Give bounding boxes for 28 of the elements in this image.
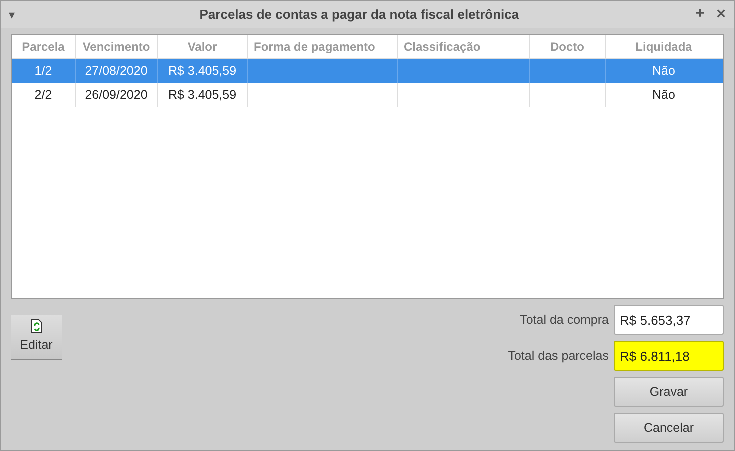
column-header[interactable]: Classificação (398, 35, 530, 58)
table-cell-text: R$ 3.405,59 (168, 86, 237, 104)
column-header[interactable]: Vencimento (76, 35, 158, 58)
table-cell-text: 2/2 (34, 86, 52, 104)
column-header[interactable]: Docto (530, 35, 606, 58)
window-title: Parcelas de contas a pagar da nota fiscal eletrônica (198, 6, 520, 24)
table-row[interactable]: 1/2 27/08/2020 R$ 3.405,59 Não (12, 59, 723, 83)
amount-field[interactable]: R$ 5.653,37 (614, 305, 724, 335)
dialog-button[interactable]: Cancelar (614, 413, 724, 443)
window-menu-button[interactable]: ▾ (9, 6, 23, 24)
column-header[interactable]: Forma de pagamento (248, 35, 398, 58)
close-button[interactable]: × (716, 2, 726, 26)
table-cell-text: 27/08/2020 (85, 62, 148, 80)
table-cell-text: R$ 3.405,59 (168, 62, 237, 80)
table-cell-text: Não (652, 86, 676, 104)
amount-field[interactable]: R$ 6.811,18 (614, 341, 724, 371)
refresh-document-icon (30, 319, 42, 334)
table-cell-text: 26/09/2020 (85, 86, 148, 104)
column-header[interactable]: Liquidada (606, 35, 722, 58)
maximize-button[interactable]: + (696, 3, 705, 26)
field-label: Total da compra (520, 312, 609, 329)
field-label: Total das parcelas (508, 348, 609, 365)
column-header[interactable]: Parcela (12, 35, 76, 58)
edit-button[interactable]: Editar (11, 315, 62, 360)
table-cell-text: 1/2 (34, 62, 52, 80)
dialog-button[interactable]: Gravar (614, 377, 724, 407)
column-header[interactable]: Valor (158, 35, 248, 58)
table-cell-text: Não (652, 62, 676, 80)
